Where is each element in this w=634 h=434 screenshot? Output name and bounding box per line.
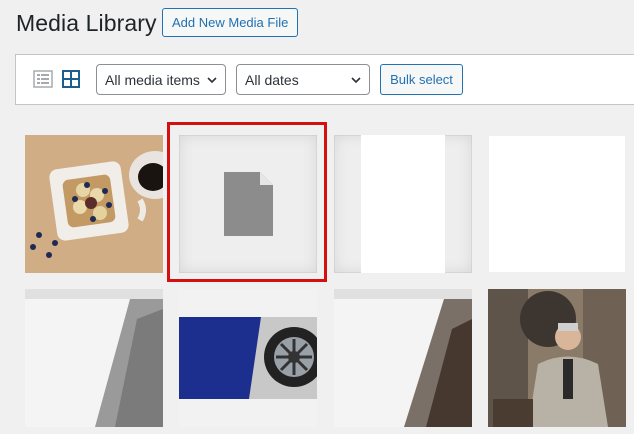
media-item-diagonal-2[interactable] — [334, 289, 472, 427]
date-filter-value: All dates — [245, 71, 299, 88]
blank-image — [361, 135, 445, 273]
media-toolbar: All media items All dates Bulk select — [15, 54, 634, 105]
chevron-down-icon — [351, 77, 361, 84]
page-header: Media Library — [16, 8, 157, 38]
media-type-filter-value: All media items — [105, 71, 200, 88]
diagonal-graphic-image — [334, 289, 472, 427]
media-item-blank-2[interactable] — [488, 135, 626, 273]
selection-highlight — [167, 122, 327, 282]
list-view-icon[interactable] — [33, 69, 53, 89]
grid-view-icon[interactable] — [61, 69, 81, 89]
add-new-media-button[interactable]: Add New Media File — [162, 8, 299, 37]
bulk-select-button[interactable]: Bulk select — [380, 64, 463, 95]
car-wheel-banner-image — [179, 289, 317, 427]
media-item-mechanic[interactable] — [488, 289, 626, 427]
date-filter[interactable]: All dates — [236, 64, 370, 95]
media-item-blank-1[interactable] — [334, 135, 472, 273]
page-title: Media Library — [16, 9, 157, 36]
diagonal-graphic-image — [25, 289, 163, 427]
media-type-filter[interactable]: All media items — [96, 64, 226, 95]
mechanic-workshop-image — [488, 289, 626, 427]
chevron-down-icon — [207, 77, 217, 84]
media-item-waffles[interactable] — [25, 135, 163, 273]
waffles-image — [25, 135, 163, 273]
media-item-diagonal-1[interactable] — [25, 289, 163, 427]
media-item-car-banner[interactable] — [179, 289, 317, 427]
